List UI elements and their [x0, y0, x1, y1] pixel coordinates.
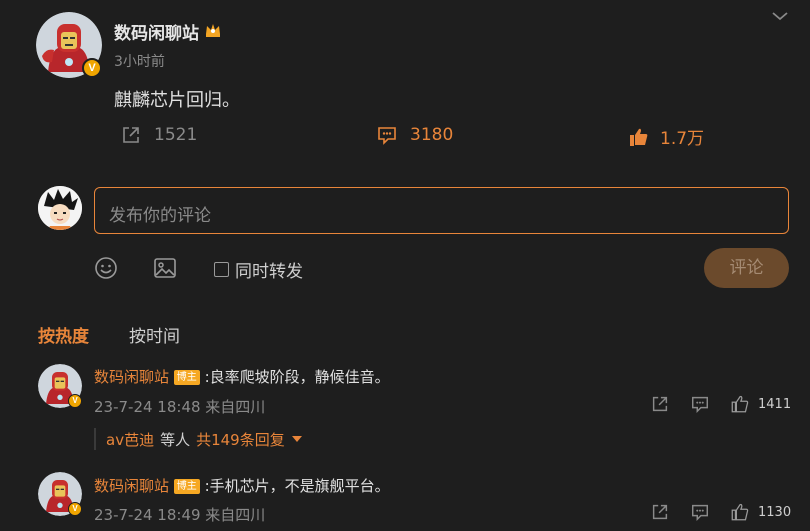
comment-time: 23-7-24 18:49 来自四川	[94, 506, 266, 524]
post-author-name[interactable]: 数码闲聊站	[114, 19, 199, 44]
comment-reply-button[interactable]	[690, 502, 710, 526]
comment-text: :手机芯片，不是旗舰平台。	[204, 477, 390, 495]
comment-icon	[692, 396, 708, 414]
comment-time: 23-7-24 18:48 来自四川	[94, 398, 266, 416]
comment-like-button[interactable]: 1411	[730, 394, 791, 414]
emoji-button[interactable]	[94, 256, 118, 284]
reply-count[interactable]: 共149条回复	[196, 429, 285, 450]
share-icon	[652, 396, 668, 412]
thumbs-up-icon	[630, 128, 648, 146]
comment-author-avatar[interactable]: V	[38, 472, 82, 516]
comment-input-placeholder: 发布你的评论	[109, 206, 211, 226]
also-repost-label: 同时转发	[235, 262, 303, 282]
verified-badge-icon: V	[82, 58, 102, 78]
comment-author-name[interactable]: 数码闲聊站	[94, 368, 169, 386]
comment-like-count: 1130	[758, 504, 792, 520]
comment-icon	[378, 127, 396, 145]
post-author-avatar[interactable]: V	[36, 12, 102, 78]
author-badge: 博主	[173, 370, 200, 385]
comment-input[interactable]: 发布你的评论	[94, 187, 789, 234]
comment-icon	[692, 504, 708, 522]
also-repost-checkbox[interactable]: 同时转发	[214, 257, 303, 282]
comment-item: V 数码闲聊站 博主 :良率爬坡阶段，静候佳音。 23-7-24 18:48 来…	[0, 360, 810, 460]
crown-badge-icon	[204, 22, 222, 42]
tab-sort-hot-label: 按热度	[38, 327, 89, 347]
thumbs-up-icon	[731, 395, 749, 413]
caret-down-icon	[291, 436, 302, 442]
share-icon	[652, 504, 668, 520]
post-text: 麒麟芯片回归。	[114, 90, 240, 111]
comment-item: V 数码闲聊站 博主 :手机芯片，不是旗舰平台。 23-7-24 18:49 来…	[0, 470, 810, 531]
emoji-icon	[95, 257, 117, 279]
reply-mid-text: 等人	[160, 430, 191, 449]
checkbox-box[interactable]	[214, 262, 229, 277]
image-upload-button[interactable]	[153, 256, 177, 284]
verified-badge-icon: V	[68, 394, 82, 408]
tab-sort-hot[interactable]: 按热度	[38, 322, 89, 347]
comment-author-avatar[interactable]: V	[38, 364, 82, 408]
like-count: 1.7万	[660, 129, 705, 149]
thumbs-up-icon	[731, 503, 749, 521]
comment-text: :良率爬坡阶段，静候佳音。	[204, 368, 390, 386]
tab-sort-time-label: 按时间	[129, 327, 180, 347]
collapse-chevron-icon[interactable]	[770, 8, 790, 27]
reply-user-names[interactable]: av芭迪	[106, 429, 154, 450]
image-icon	[154, 258, 176, 278]
repost-button[interactable]: 1521	[120, 124, 197, 146]
comment-reply-button[interactable]	[690, 394, 710, 418]
comment-share-button[interactable]	[650, 502, 670, 526]
author-badge: 博主	[173, 479, 200, 494]
comment-count: 3180	[410, 125, 454, 145]
submit-comment-button[interactable]: 评论	[704, 248, 789, 288]
comment-share-button[interactable]	[650, 394, 670, 418]
submit-label: 评论	[729, 258, 764, 278]
post-time: 3小时前	[114, 54, 165, 70]
verified-badge-icon: V	[68, 502, 82, 516]
share-icon	[123, 127, 139, 143]
comment-button[interactable]: 3180	[376, 124, 453, 146]
reply-summary[interactable]: av芭迪 等人 共149条回复	[94, 428, 303, 450]
comment-like-count: 1411	[758, 396, 792, 412]
tab-sort-time[interactable]: 按时间	[129, 322, 180, 347]
repost-count: 1521	[154, 125, 198, 145]
comment-like-button[interactable]: 1130	[730, 502, 791, 522]
like-button[interactable]: 1.7万	[628, 124, 704, 149]
current-user-avatar[interactable]	[38, 186, 82, 230]
goku-avatar-image	[38, 186, 82, 230]
comment-author-name[interactable]: 数码闲聊站	[94, 477, 169, 495]
